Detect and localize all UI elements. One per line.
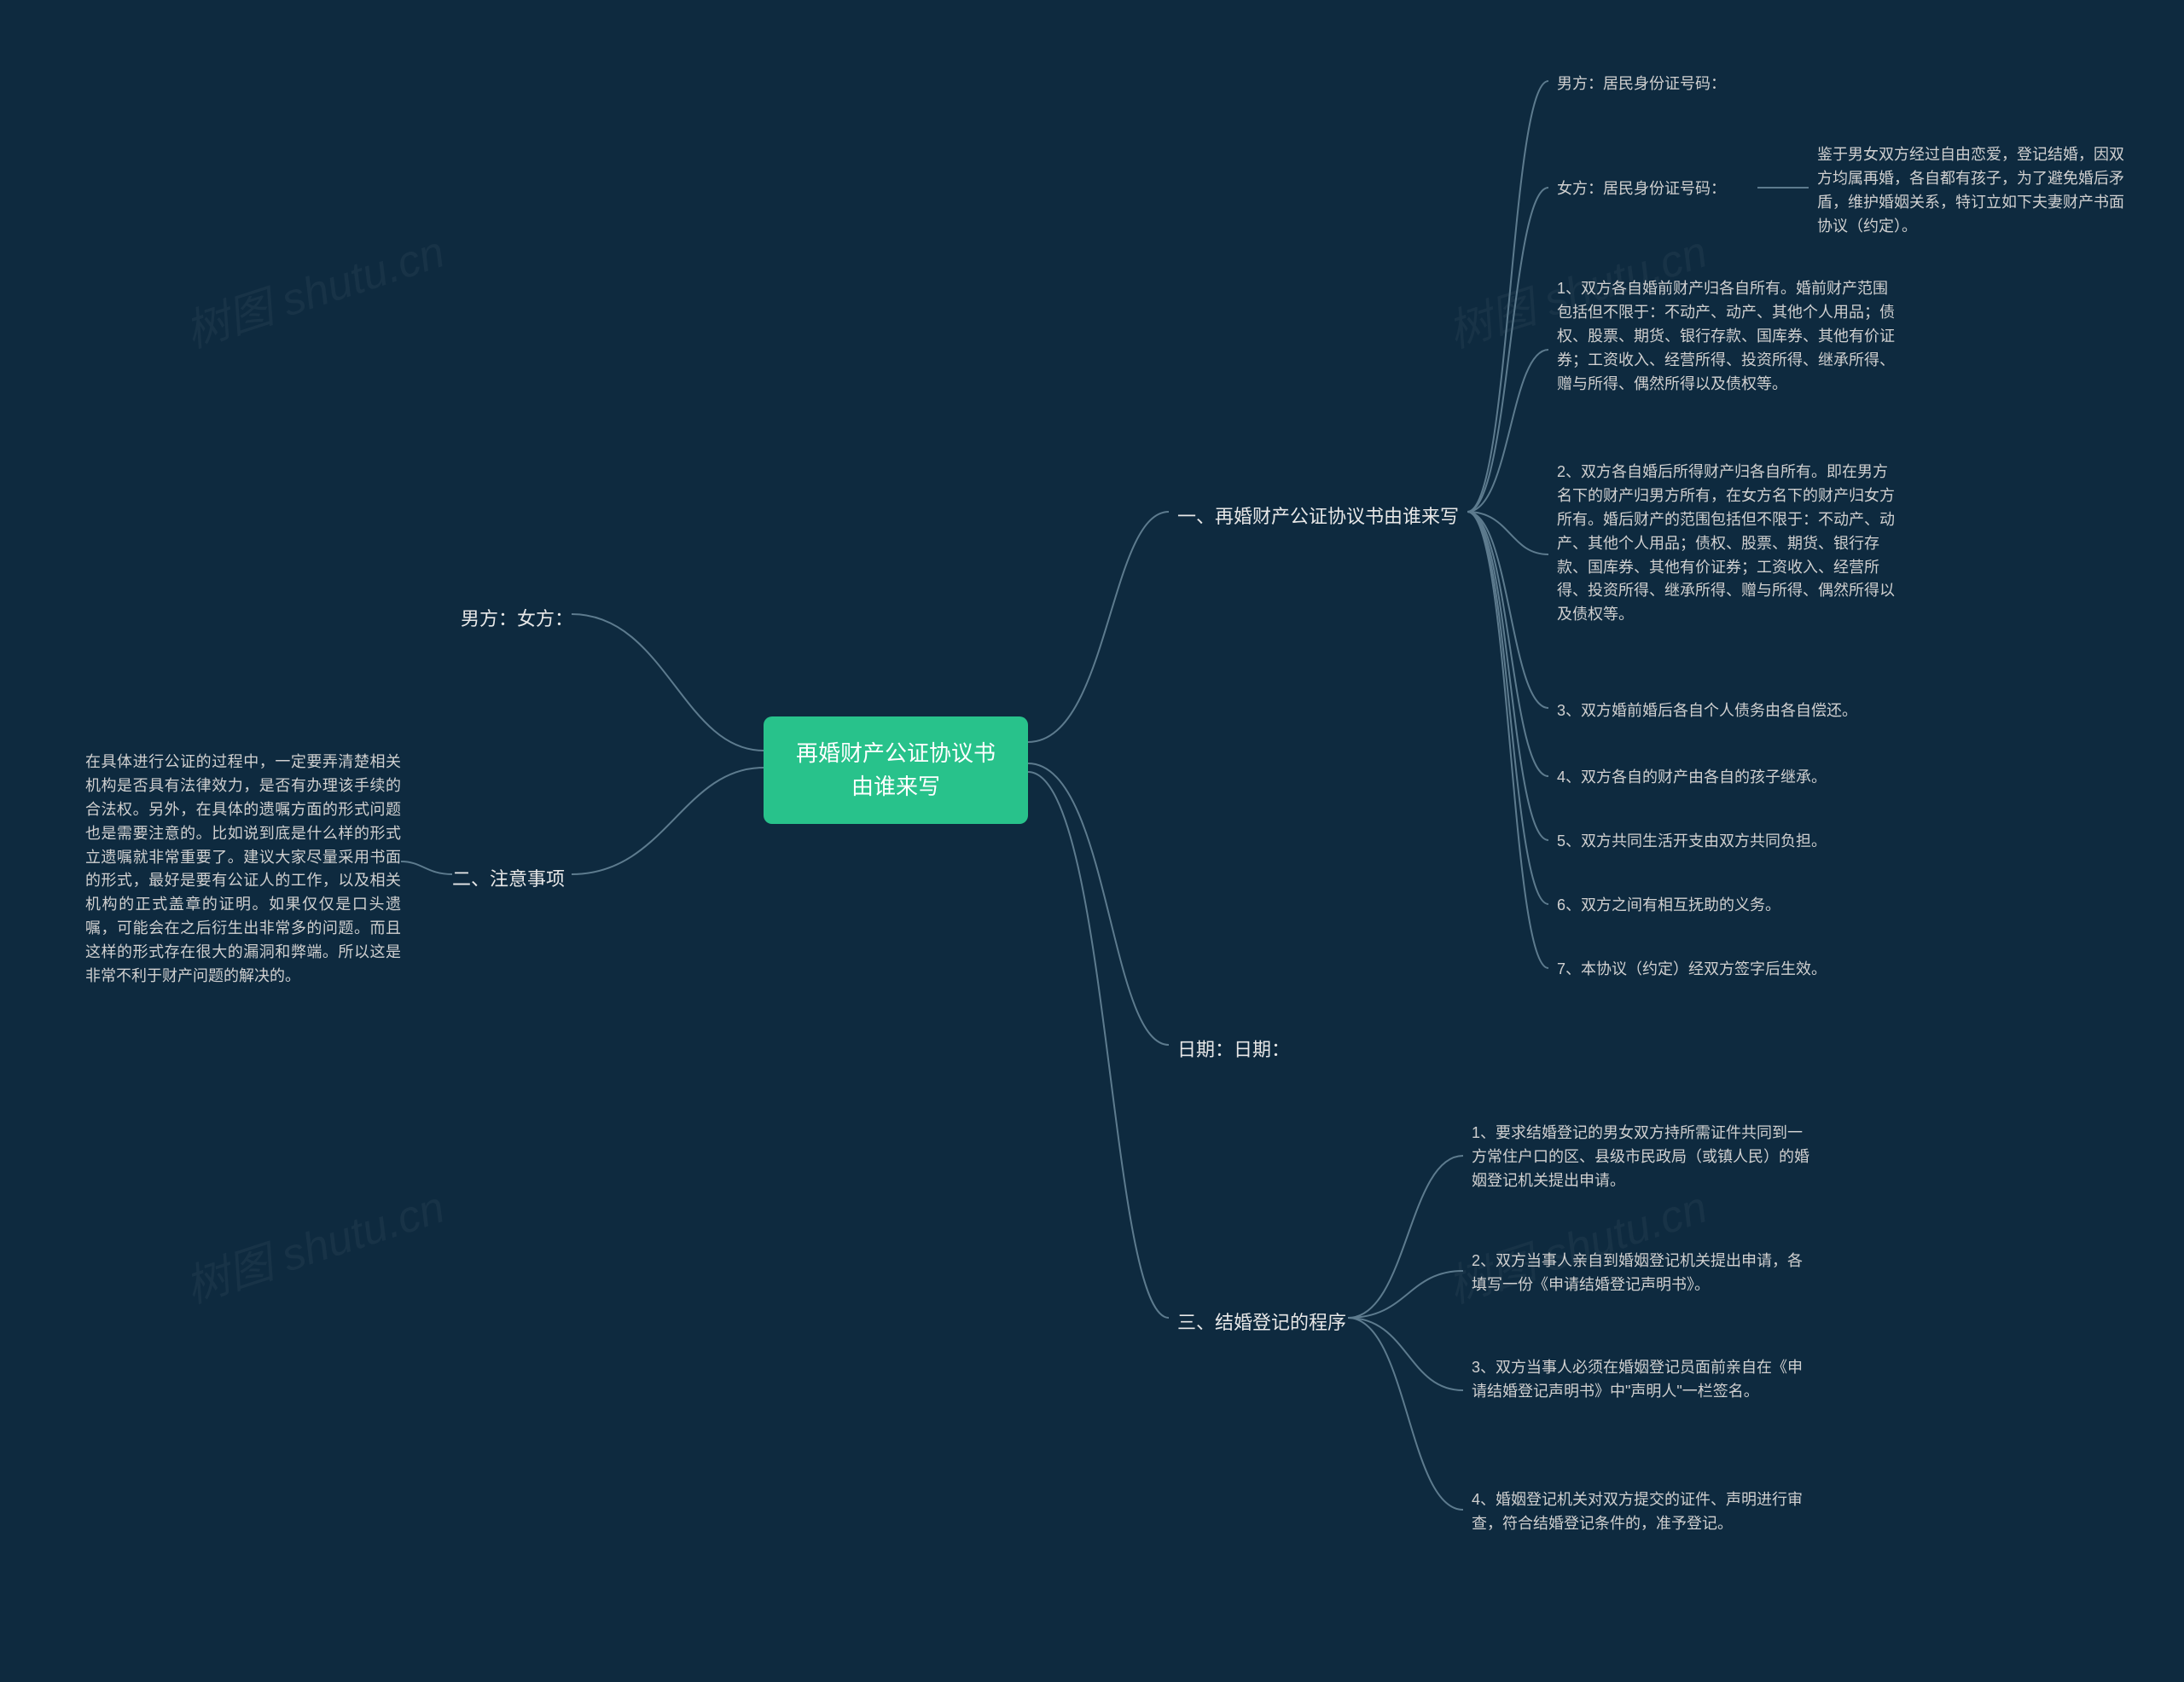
branch-right-3[interactable]: 三、结婚登记的程序 [1177, 1308, 1346, 1335]
r1-c9: 7、本协议（约定）经双方签字后生效。 [1557, 958, 1827, 982]
r1-c2-content: 鉴于男女双方经过自由恋爱，登记结婚，因双方均属再婚，各自都有孩子，为了避免婚后矛… [1817, 143, 2124, 239]
r1-c8: 6、双方之间有相互抚助的义务。 [1557, 894, 1780, 918]
watermark: 树图 shutu.cn [176, 1171, 451, 1315]
r1-c7: 5、双方共同生活开支由双方共同负担。 [1557, 830, 1827, 854]
r1-c4: 2、双方各自婚后所得财产归各自所有。即在男方名下的财产归男方所有，在女方名下的财… [1557, 461, 1898, 627]
branch-left-2[interactable]: 二、注意事项 [452, 864, 565, 891]
branch-right-2[interactable]: 日期：日期： [1177, 1035, 1290, 1062]
r3-c2: 2、双方当事人亲自到婚姻登记机关提出申请，各填写一份《申请结婚登记声明书》。 [1472, 1250, 1813, 1297]
left-2-content: 在具体进行公证的过程中，一定要弄清楚相关机构是否具有法律效力，是否有办理该手续的… [85, 751, 401, 989]
r1-c2-label[interactable]: 女方：居民身份证号码： [1557, 177, 1726, 201]
r1-c6: 4、双方各自的财产由各自的孩子继承。 [1557, 766, 1827, 790]
r1-c1: 男方：居民身份证号码： [1557, 72, 1726, 96]
r1-c5: 3、双方婚前婚后各自个人债务由各自偿还。 [1557, 699, 1857, 723]
root-title: 再婚财产公证协议书由谁来写 [796, 740, 996, 799]
branch-left-1[interactable]: 男方：女方： [461, 604, 573, 631]
r3-c4: 4、婚姻登记机关对双方提交的证件、声明进行审查，符合结婚登记条件的，准予登记。 [1472, 1488, 1813, 1536]
branch-right-1[interactable]: 一、再婚财产公证协议书由谁来写 [1177, 502, 1459, 529]
r1-c3: 1、双方各自婚前财产归各自所有。婚前财产范围包括但不限于：不动产、动产、其他个人… [1557, 277, 1898, 396]
watermark: 树图 shutu.cn [176, 216, 451, 360]
root-node[interactable]: 再婚财产公证协议书由谁来写 [764, 716, 1028, 824]
r3-c3: 3、双方当事人必须在婚姻登记员面前亲自在《申请结婚登记声明书》中"声明人"一栏签… [1472, 1356, 1813, 1404]
r3-c1: 1、要求结婚登记的男女双方持所需证件共同到一方常住户口的区、县级市民政局（或镇人… [1472, 1122, 1813, 1193]
